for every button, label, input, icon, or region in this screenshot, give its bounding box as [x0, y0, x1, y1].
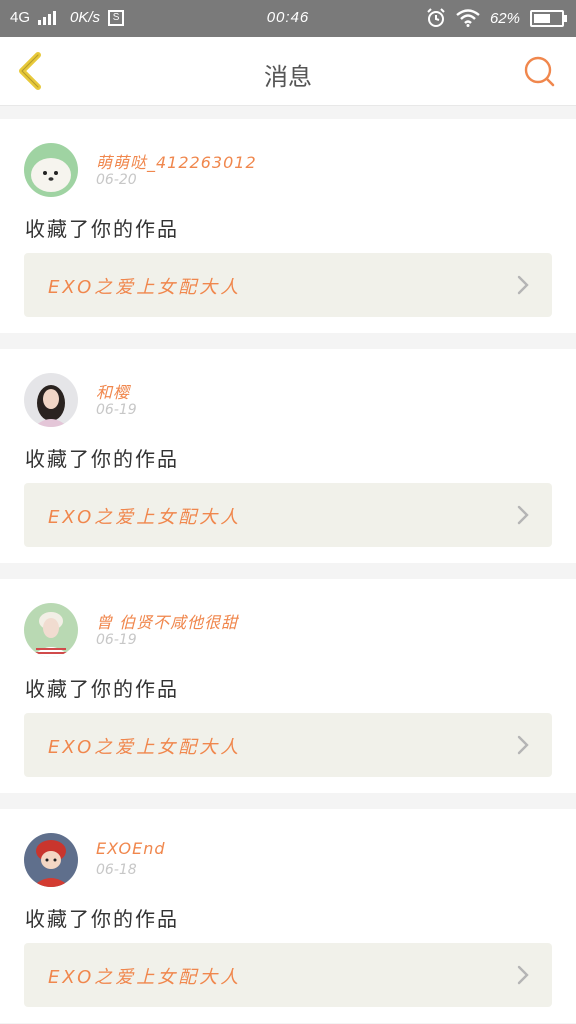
- header: 消息: [0, 37, 576, 106]
- username[interactable]: 和樱: [96, 379, 130, 403]
- message-date: 06-20: [96, 172, 137, 188]
- message-card: 曾 伯贤不咸他很甜 06-19 收藏了你的作品 EXO之爱上女配大人: [0, 579, 576, 793]
- avatar[interactable]: [24, 373, 78, 427]
- alarm-icon: [427, 8, 445, 27]
- message-card: 和樱 06-19 收藏了你的作品 EXO之爱上女配大人: [0, 349, 576, 563]
- wifi-icon: [456, 9, 480, 27]
- work-link[interactable]: EXO之爱上女配大人: [24, 253, 552, 317]
- message-card: EXOEnd 06-18 收藏了你的作品 EXO之爱上女配大人: [0, 809, 576, 1023]
- work-link[interactable]: EXO之爱上女配大人: [24, 943, 552, 1007]
- work-title: EXO之爱上女配大人: [48, 277, 242, 298]
- battery-icon: [530, 9, 567, 27]
- action-text: 收藏了你的作品: [25, 677, 179, 701]
- chevron-right-icon: [517, 735, 529, 755]
- message-date: 06-19: [96, 632, 137, 648]
- work-link[interactable]: EXO之爱上女配大人: [24, 483, 552, 547]
- work-title: EXO之爱上女配大人: [48, 967, 242, 988]
- work-title: EXO之爱上女配大人: [48, 737, 242, 758]
- search-icon[interactable]: [522, 54, 556, 88]
- username[interactable]: 曾 伯贤不咸他很甜: [96, 609, 238, 633]
- message-card: 萌萌哒_412263012 06-20 收藏了你的作品 EXO之爱上女配大人: [0, 119, 576, 333]
- status-bar: 4G 0K/s S 00:46 62%: [0, 0, 576, 37]
- username[interactable]: EXOEnd: [96, 839, 166, 858]
- chevron-right-icon: [517, 505, 529, 525]
- chevron-right-icon: [517, 275, 529, 295]
- action-text: 收藏了你的作品: [25, 907, 179, 931]
- avatar[interactable]: [24, 603, 78, 657]
- avatar[interactable]: [24, 833, 78, 887]
- message-date: 06-19: [96, 402, 137, 418]
- page-title: 消息: [264, 63, 312, 91]
- message-date: 06-18: [96, 862, 137, 878]
- avatar[interactable]: [24, 143, 78, 197]
- action-text: 收藏了你的作品: [25, 217, 179, 241]
- work-title: EXO之爱上女配大人: [48, 507, 242, 528]
- chevron-right-icon: [517, 965, 529, 985]
- work-link[interactable]: EXO之爱上女配大人: [24, 713, 552, 777]
- status-right: 62%: [426, 8, 567, 28]
- username[interactable]: 萌萌哒_412263012: [96, 149, 257, 173]
- action-text: 收藏了你的作品: [25, 447, 179, 471]
- battery-percent: 62%: [489, 9, 520, 27]
